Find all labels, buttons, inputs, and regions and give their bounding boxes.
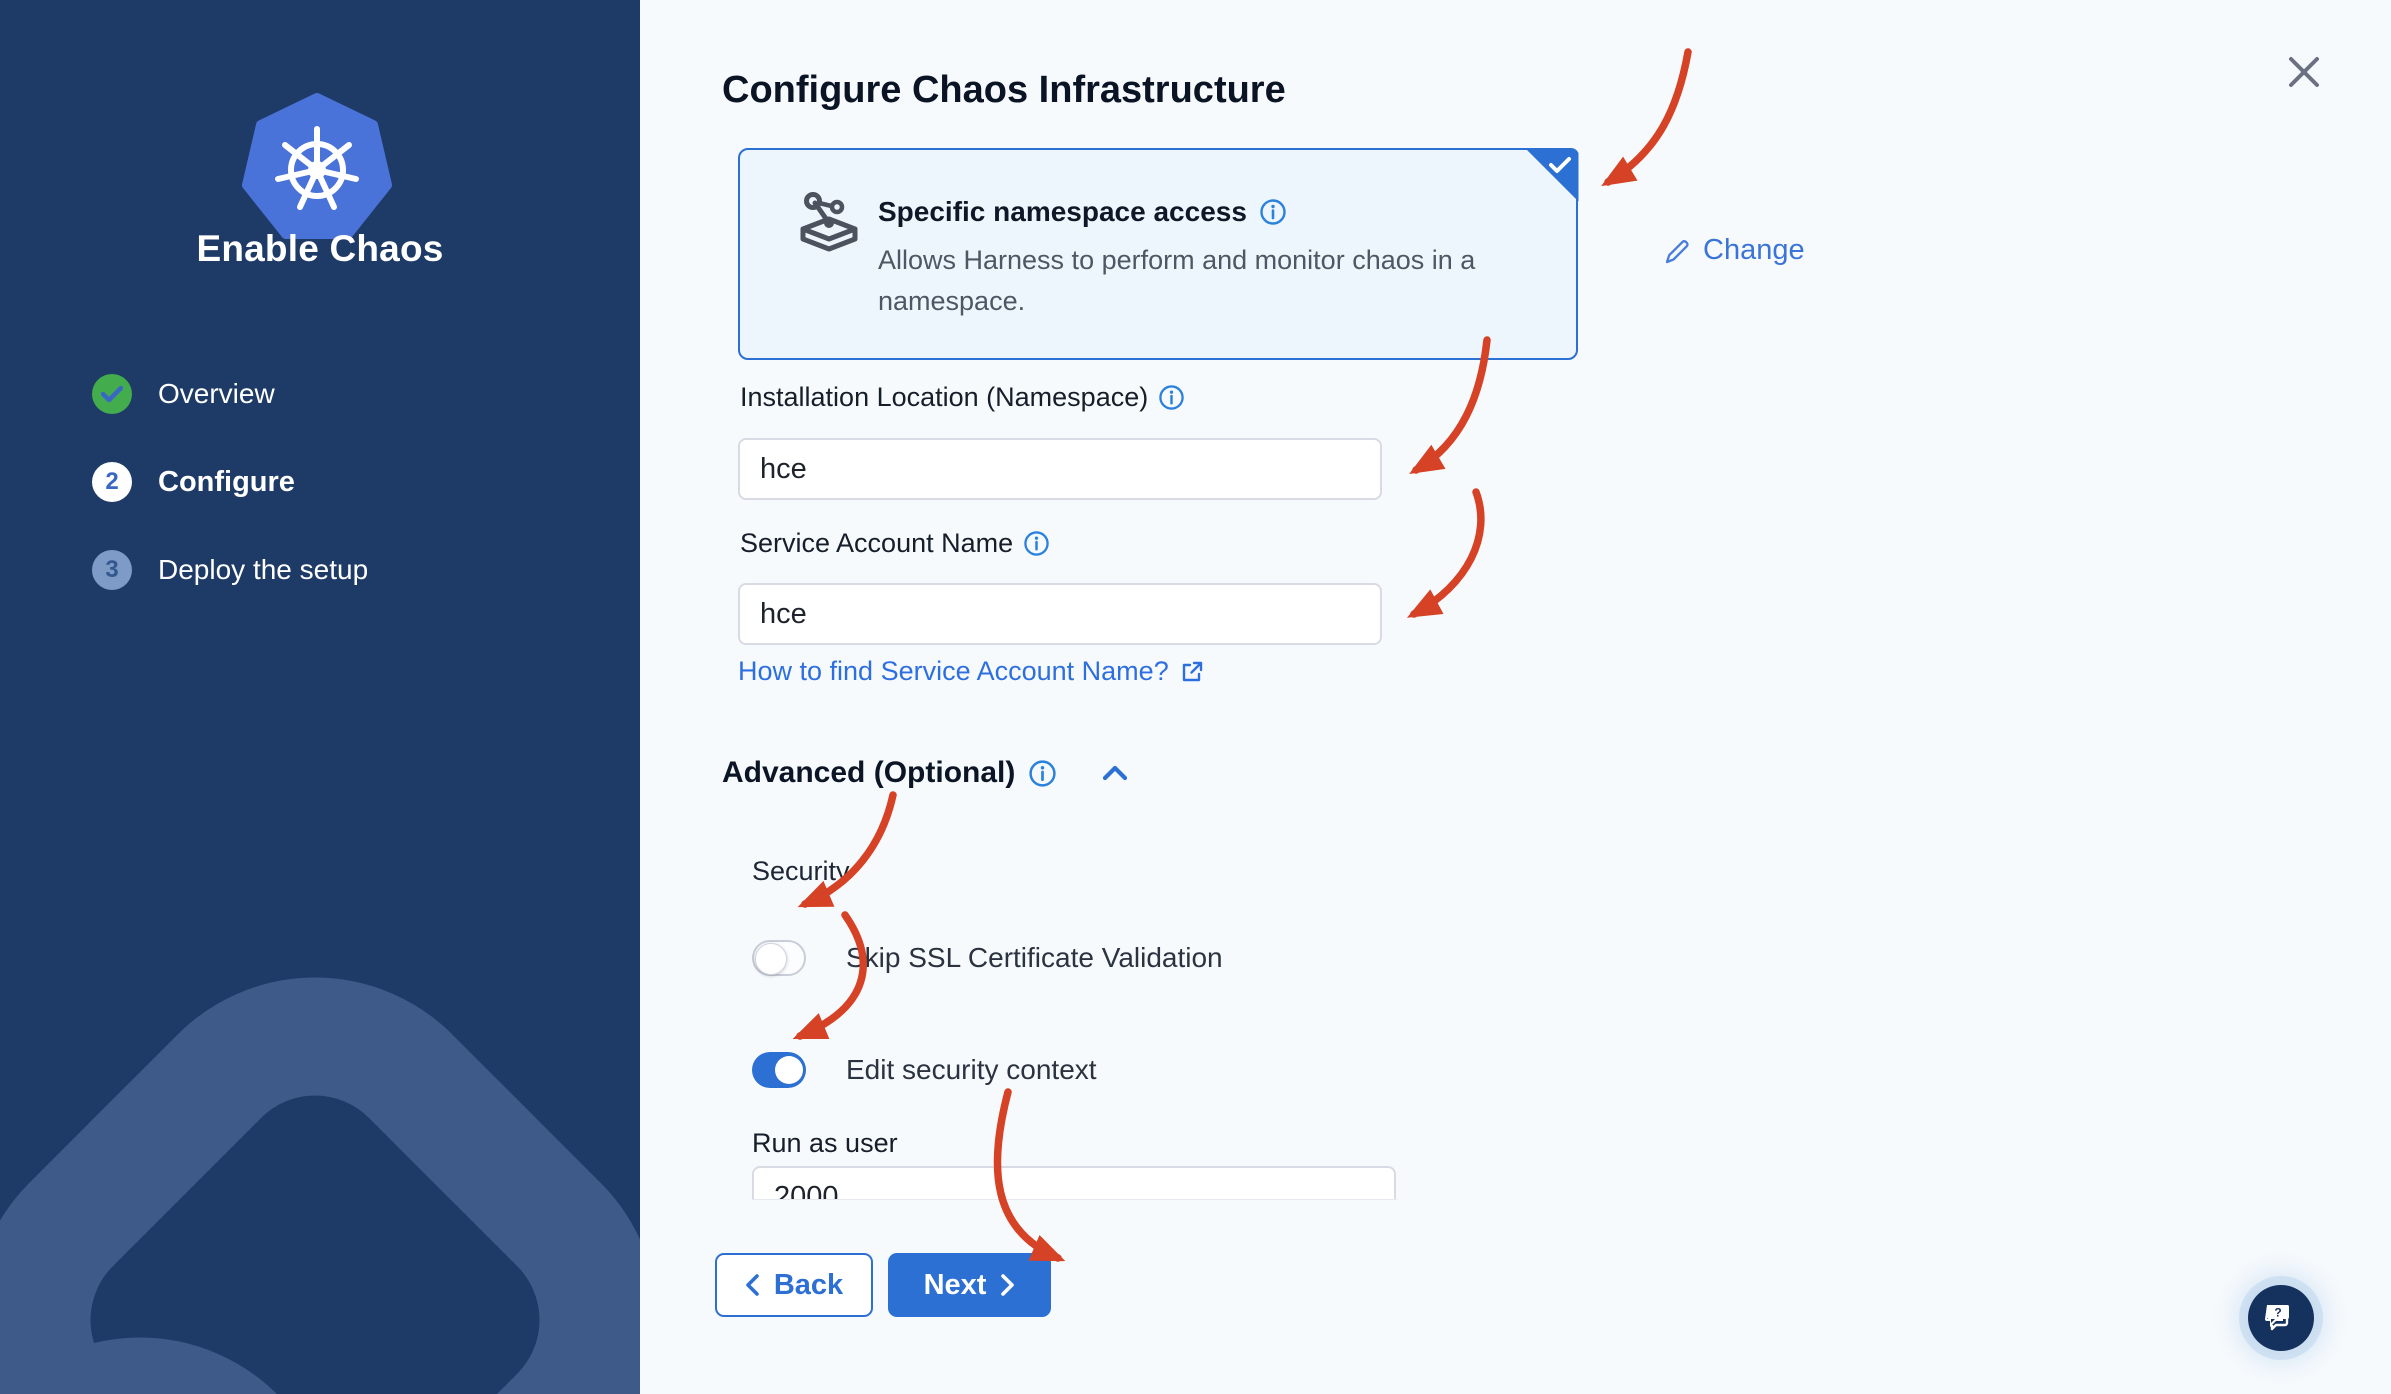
namespace-access-card[interactable]: Specific namespace access Allows Harness… bbox=[738, 147, 1579, 360]
configure-chaos-infrastructure-screen: Enable Chaos Overview 2 Configure 3 Depl… bbox=[0, 0, 2391, 1394]
skip-ssl-toggle-row: Skip SSL Certificate Validation bbox=[752, 940, 1223, 976]
wizard-sidebar: Enable Chaos Overview 2 Configure 3 Depl… bbox=[0, 0, 640, 1394]
advanced-heading: Advanced (Optional) bbox=[722, 756, 1016, 789]
step-configure[interactable]: 2 Configure bbox=[92, 462, 368, 502]
step-done-check-icon bbox=[92, 374, 132, 414]
run-as-user-clip bbox=[752, 1166, 1397, 1200]
change-link[interactable]: Change bbox=[1662, 234, 1805, 267]
chevron-left-icon bbox=[746, 1274, 759, 1296]
service-account-field-label: Service Account Name bbox=[740, 528, 1050, 559]
next-label: Next bbox=[923, 1268, 987, 1301]
pencil-icon bbox=[1665, 239, 1689, 263]
step-deploy-the-setup[interactable]: 3 Deploy the setup bbox=[92, 550, 368, 590]
toggle-knob bbox=[755, 943, 787, 975]
run-as-user-label: Run as user bbox=[752, 1128, 898, 1158]
kubernetes-logo-icon bbox=[242, 93, 392, 239]
advanced-section-header: Advanced (Optional) bbox=[722, 756, 1134, 790]
wizard-steps: Overview 2 Configure 3 Deploy the setup bbox=[92, 374, 368, 638]
chevron-up-icon[interactable] bbox=[1096, 759, 1134, 787]
chat-help-button[interactable]: ? bbox=[2248, 1285, 2314, 1351]
close-icon[interactable] bbox=[2278, 46, 2330, 98]
edit-security-context-toggle-row: Edit security context bbox=[752, 1052, 1097, 1088]
edit-security-context-toggle-label: Edit security context bbox=[846, 1054, 1097, 1085]
step-label: Overview bbox=[158, 378, 275, 409]
skip-ssl-toggle-label: Skip SSL Certificate Validation bbox=[846, 942, 1223, 973]
external-link-icon bbox=[1182, 661, 1202, 681]
namespace-field-label: Installation Location (Namespace) bbox=[740, 382, 1185, 413]
namespace-input[interactable] bbox=[738, 438, 1382, 500]
step-overview[interactable]: Overview bbox=[92, 374, 368, 414]
next-button[interactable]: Next bbox=[888, 1253, 1051, 1317]
info-icon[interactable] bbox=[1158, 384, 1185, 411]
info-icon[interactable] bbox=[1259, 198, 1287, 226]
svg-text:?: ? bbox=[2274, 1306, 2281, 1320]
namespace-access-icon bbox=[800, 192, 858, 252]
change-label: Change bbox=[1703, 234, 1805, 266]
run-as-user-input[interactable] bbox=[752, 1166, 1396, 1199]
chat-help-icon: ? bbox=[2265, 1305, 2289, 1331]
security-group-label: Security bbox=[752, 856, 850, 886]
service-account-input[interactable] bbox=[738, 583, 1382, 645]
back-button[interactable]: Back bbox=[715, 1253, 873, 1317]
chevron-right-icon bbox=[1001, 1274, 1015, 1296]
toggle-knob bbox=[775, 1056, 803, 1084]
info-icon[interactable] bbox=[1023, 530, 1050, 557]
access-card-description: Allows Harness to perform and monitor ch… bbox=[878, 245, 1476, 316]
step-number-badge: 3 bbox=[92, 550, 132, 590]
page-title: Configure Chaos Infrastructure bbox=[722, 69, 1286, 112]
step-label: Configure bbox=[158, 465, 295, 498]
access-card-title: Specific namespace access bbox=[878, 196, 1247, 227]
info-icon[interactable] bbox=[1028, 759, 1057, 788]
selected-check-badge bbox=[1524, 147, 1579, 202]
back-label: Back bbox=[773, 1268, 844, 1301]
step-label: Deploy the setup bbox=[158, 554, 369, 585]
service-account-help-link[interactable]: How to find Service Account Name? bbox=[738, 656, 1205, 687]
skip-ssl-toggle[interactable] bbox=[752, 940, 806, 976]
edit-security-context-toggle[interactable] bbox=[752, 1052, 806, 1088]
step-number-badge: 2 bbox=[92, 462, 132, 502]
wizard-title: Enable Chaos bbox=[196, 228, 444, 269]
